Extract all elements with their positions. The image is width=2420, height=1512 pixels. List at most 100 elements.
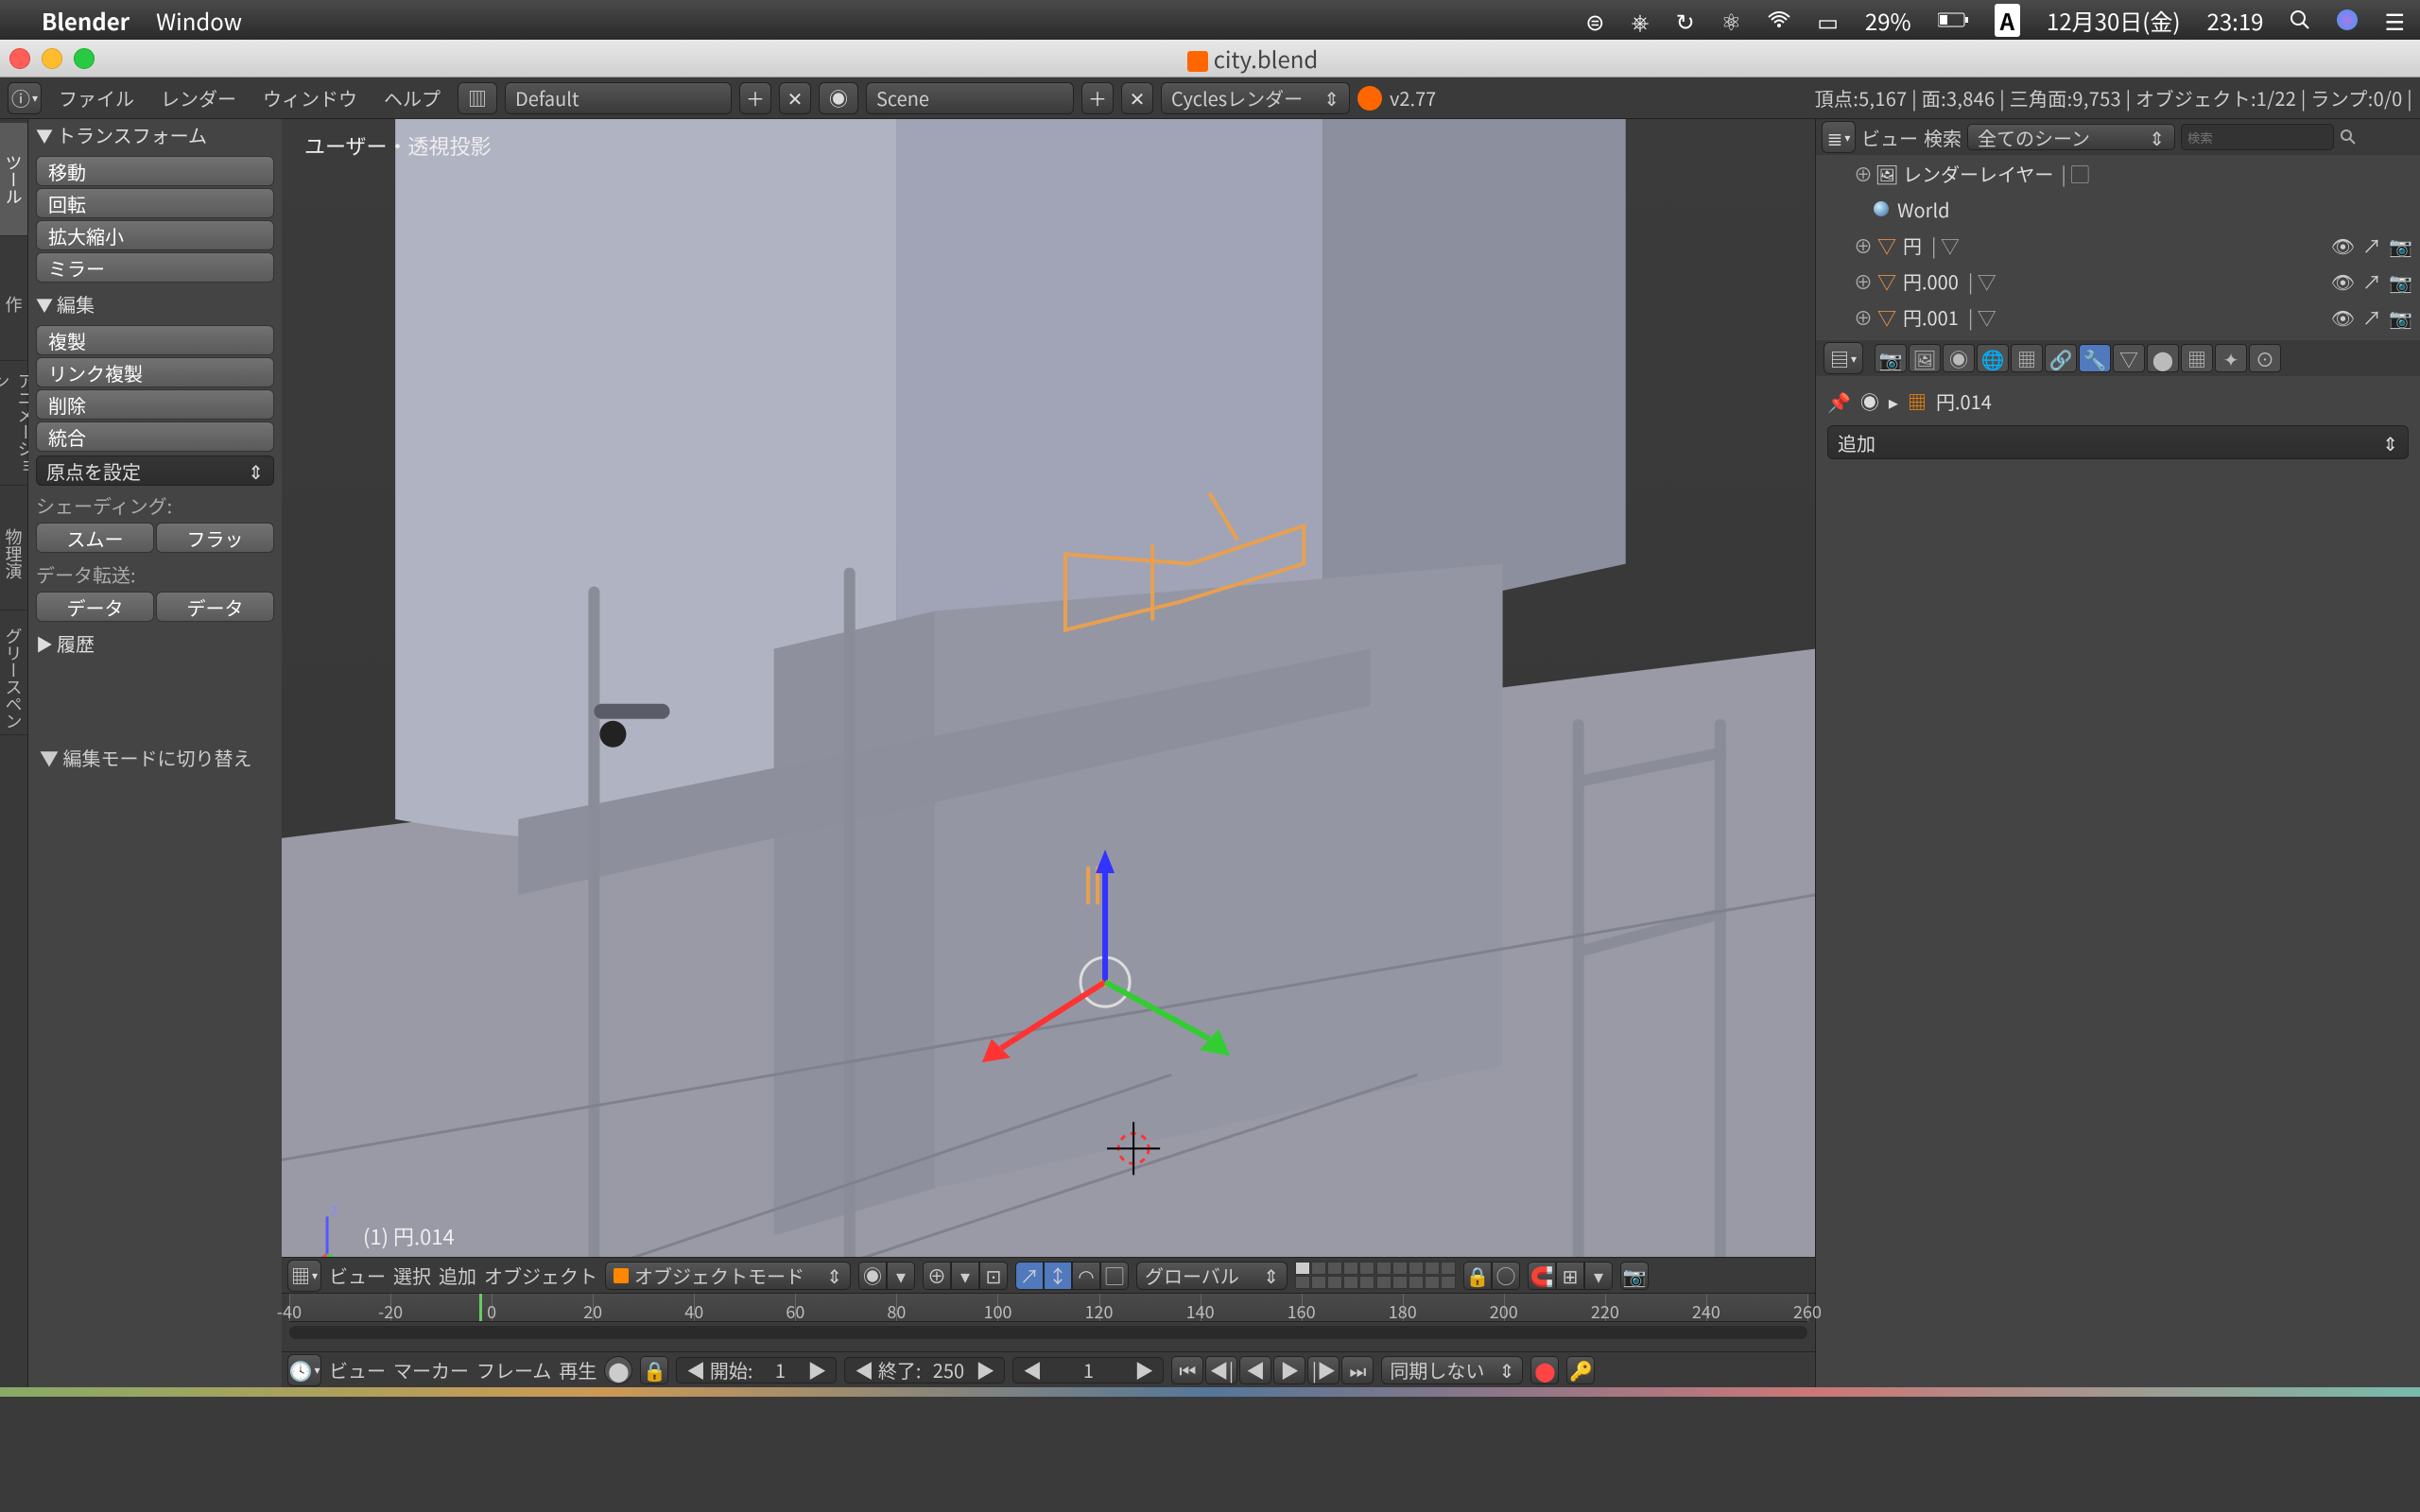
menu-window[interactable]: ウィンドウ	[253, 84, 367, 112]
layers-widget[interactable]	[1295, 1262, 1456, 1289]
mode-select[interactable]: オブジェクトモード⇕	[605, 1262, 851, 1290]
line-icon[interactable]: ⊜	[1585, 4, 1604, 37]
tab-texture-icon[interactable]: ▦	[2181, 344, 2213, 372]
menu-window[interactable]: Window	[156, 4, 242, 37]
tab-create[interactable]: 作	[0, 248, 27, 361]
outliner-tree[interactable]: ⊕ 🖼 レンダーレイヤー| ▢ World ⊕ ▽ 円| ▽ 👁↗📷 ⊕ ▽ 円…	[1816, 155, 2420, 340]
auto-keyframe-icon[interactable]: ⬤	[604, 1356, 632, 1384]
rotate-manipulator-icon[interactable]: ◠	[1072, 1262, 1100, 1290]
render-toggle-icon[interactable]: 📷	[2389, 267, 2412, 295]
menu-file[interactable]: ファイル	[49, 84, 144, 112]
editor-type-info-icon[interactable]: ⓘ ▾	[8, 82, 42, 114]
translate-button[interactable]: 移動	[36, 156, 274, 186]
current-frame-field[interactable]: ◀1▶	[1012, 1357, 1164, 1383]
tab-render-layers-icon[interactable]: 🖼	[1909, 344, 1941, 372]
timeline-view-menu[interactable]: ビュー	[329, 1356, 386, 1383]
lock-range-icon[interactable]: 🔒	[640, 1356, 668, 1384]
tab-modifiers-icon[interactable]: 🔧	[2079, 344, 2111, 372]
keyframe-prev-icon[interactable]: ◀︎|	[1205, 1356, 1237, 1384]
end-frame-field[interactable]: ◀ 終了:250▶	[844, 1357, 1005, 1383]
timeline-marker-menu[interactable]: マーカー	[393, 1356, 469, 1383]
record-icon[interactable]: ⬤	[1530, 1356, 1559, 1384]
tab-grease-pencil[interactable]: グリースペン	[0, 622, 27, 735]
menu-render[interactable]: レンダー	[151, 84, 246, 112]
selectable-toggle-icon[interactable]: ↗	[2362, 303, 2381, 331]
3d-viewport[interactable]: z y ユーザー・透視投影 (1) 円.014	[282, 119, 1815, 1257]
pivot-icon[interactable]: ⊕	[923, 1262, 951, 1290]
outliner-row-mesh-0[interactable]: ⊕ ▽ 円| ▽ 👁↗📷	[1816, 227, 2420, 263]
link-duplicate-button[interactable]: リンク複製	[36, 357, 274, 387]
tab-particles-icon[interactable]: ✦	[2215, 344, 2247, 372]
selectable-toggle-icon[interactable]: ↗	[2362, 267, 2381, 295]
app-name[interactable]: Blender	[42, 4, 130, 37]
duplicate-button[interactable]: 複製	[36, 325, 274, 355]
outliner-view-menu[interactable]: ビュー	[1861, 124, 1918, 151]
timeline-scrollbar[interactable]	[289, 1326, 1807, 1339]
date[interactable]: 12月30日(金)	[2047, 4, 2181, 37]
tab-object-icon[interactable]: ▦	[2011, 344, 2043, 372]
mirror-button[interactable]: ミラー	[36, 252, 274, 283]
editor-type-outliner-icon[interactable]: ≣▾	[1822, 121, 1856, 153]
keyframe-next-icon[interactable]: |▶︎	[1307, 1356, 1340, 1384]
shade-flat-button[interactable]: フラッ	[156, 523, 274, 553]
outliner-search-input[interactable]	[2181, 124, 2334, 150]
pin-icon[interactable]: 📌	[1827, 387, 1851, 415]
rotate-button[interactable]: 回転	[36, 188, 274, 218]
window-minimize-button[interactable]	[42, 48, 62, 69]
transform-orientation-select[interactable]: グローバル⇕	[1136, 1262, 1288, 1290]
set-origin-select[interactable]: 原点を設定⇕	[36, 455, 274, 486]
editor-type-properties-icon[interactable]: ▤▾	[1824, 342, 1863, 374]
tab-tools[interactable]: ツール	[0, 123, 27, 236]
start-frame-field[interactable]: ◀ 開始:1▶	[676, 1357, 837, 1383]
outliner-row-renderlayers[interactable]: ⊕ 🖼 レンダーレイヤー| ▢	[1816, 155, 2420, 191]
pivot-dropdown-icon[interactable]: ▾	[951, 1262, 979, 1290]
scene-name-field[interactable]: Scene	[866, 82, 1074, 114]
snap-icon[interactable]: 🧲	[1528, 1262, 1556, 1290]
data-transfer-button[interactable]: データ	[36, 592, 154, 622]
window-close-button[interactable]	[9, 48, 30, 69]
timeline-playback-menu[interactable]: 再生	[559, 1356, 596, 1383]
tab-constraints-icon[interactable]: 🔗	[2045, 344, 2077, 372]
editor-type-3dview-icon[interactable]: ▦▾	[287, 1260, 321, 1292]
panel-edit[interactable]: 編集	[36, 284, 274, 323]
location-icon[interactable]: ⎈	[1631, 4, 1649, 37]
select-menu[interactable]: 選択	[393, 1262, 431, 1289]
shade-smooth-button[interactable]: スムー	[36, 523, 154, 553]
scale-manipulator-icon[interactable]: ▢	[1100, 1262, 1129, 1290]
outliner-row-mesh-1[interactable]: ⊕ ▽ 円.000| ▽ 👁↗📷	[1816, 263, 2420, 299]
tab-animation[interactable]: アニメーション	[0, 372, 27, 486]
jump-start-icon[interactable]: ⏮	[1171, 1356, 1203, 1384]
tab-physics[interactable]: 物理演	[0, 497, 27, 610]
object-menu[interactable]: オブジェクト	[484, 1262, 597, 1289]
outliner-search-menu[interactable]: 検索	[1924, 124, 1962, 151]
shading-bbox-icon[interactable]: ◉	[858, 1262, 887, 1290]
sync-select[interactable]: 同期しない⇕	[1381, 1356, 1523, 1384]
screen-browse-icon[interactable]: ▥	[458, 82, 497, 114]
input-method[interactable]: A	[1995, 4, 2020, 37]
add-modifier-select[interactable]: 追加⇕	[1827, 425, 2409, 459]
screen-layout-field[interactable]: Default	[505, 82, 732, 114]
outliner-row-mesh-2[interactable]: ⊕ ▽ 円.001| ▽ 👁↗📷	[1816, 299, 2420, 335]
editor-type-timeline-icon[interactable]: 🕓▾	[287, 1354, 321, 1386]
proportional-icon[interactable]: ◯	[1492, 1262, 1520, 1290]
screen-add-button[interactable]: ＋	[739, 82, 771, 114]
visibility-toggle-icon[interactable]: 👁	[2331, 267, 2355, 295]
scene-delete-button[interactable]: ✕	[1121, 82, 1153, 114]
airplay-icon[interactable]: ▭	[1817, 4, 1839, 37]
snap-dropdown-icon[interactable]: ▾	[1584, 1262, 1613, 1290]
timeline-track[interactable]: -40-200204060801001201401601802002202402…	[289, 1294, 1807, 1322]
scene-browse-icon[interactable]: ◉	[819, 82, 858, 114]
render-toggle-icon[interactable]: 📷	[2389, 232, 2412, 259]
screen-delete-button[interactable]: ✕	[779, 82, 811, 114]
join-button[interactable]: 統合	[36, 421, 274, 452]
tab-material-icon[interactable]: ⬤	[2147, 344, 2179, 372]
shading-solid-icon[interactable]: ▾	[887, 1262, 915, 1290]
render-toggle-icon[interactable]: 📷	[2389, 303, 2412, 331]
time[interactable]: 23:19	[2207, 4, 2264, 37]
menu-help[interactable]: ヘルプ	[374, 84, 450, 112]
snap-element-icon[interactable]: ⊞	[1556, 1262, 1584, 1290]
visibility-toggle-icon[interactable]: 👁	[2331, 303, 2355, 331]
selectable-toggle-icon[interactable]: ↗	[2362, 232, 2381, 259]
tab-physics-icon[interactable]: ⊙	[2249, 344, 2281, 372]
tab-render-icon[interactable]: 📷	[1875, 344, 1907, 372]
